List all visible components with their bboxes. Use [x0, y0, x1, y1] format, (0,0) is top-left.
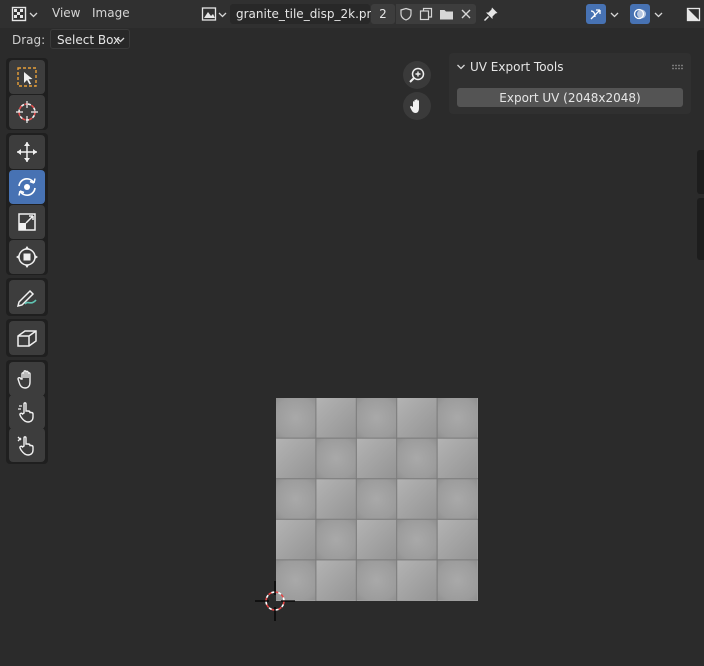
tool-relax[interactable] [9, 395, 45, 429]
texture-tile [397, 479, 437, 519]
close-icon [461, 9, 471, 19]
drag-select-value: Select Box [57, 33, 121, 47]
export-uv-label: Export UV (2048x2048) [499, 90, 641, 105]
uv-export-panel: UV Export Tools Export UV (2048x2048) [449, 53, 691, 114]
texture-tile [316, 560, 356, 600]
chevron-down-icon[interactable] [456, 62, 466, 72]
select-box-icon [17, 67, 37, 87]
texture-tile [437, 398, 477, 438]
sidebar-tab-1[interactable] [697, 150, 704, 194]
overlays-toggle[interactable] [630, 4, 650, 24]
texture-tile [276, 438, 316, 479]
chevron-down-icon [610, 12, 618, 17]
texture-tile [356, 438, 397, 479]
texture-tile [276, 398, 316, 438]
image-name-text: granite_tile_disp_2k.png [236, 7, 382, 21]
tool-transform[interactable] [9, 240, 45, 274]
texture-tile [397, 398, 437, 438]
texture-tile [316, 479, 356, 519]
pinch-icon [17, 436, 34, 456]
tool-settings-bar: Drag: Select Box [0, 28, 704, 52]
users-count[interactable]: 2 [371, 4, 395, 24]
grab-icon [17, 370, 31, 389]
shield-icon [400, 7, 412, 21]
tool-annotate[interactable] [9, 280, 45, 314]
gizmo-toggle[interactable] [586, 4, 606, 24]
editor-header: View Image granite_tile_disp_2k.png 2 [0, 0, 704, 28]
rotate-icon [18, 178, 36, 196]
scale-icon [18, 213, 36, 231]
pin-icon [483, 7, 498, 22]
overlays-dropdown[interactable] [650, 4, 666, 24]
gizmo-icon [590, 9, 601, 20]
drag-label: Drag: [12, 33, 46, 47]
browse-image-button[interactable] [199, 4, 229, 24]
cursor-icon [16, 101, 38, 123]
zoom-button[interactable] [403, 61, 431, 89]
2d-cursor-icon[interactable] [255, 581, 295, 621]
drag-handle-icon[interactable] [671, 64, 685, 70]
texture-tile [437, 438, 477, 479]
texture-tile [356, 479, 397, 519]
relax-icon [18, 402, 34, 423]
texture-tile [397, 519, 437, 560]
pan-button[interactable] [403, 92, 431, 120]
texture-tile [316, 519, 356, 560]
menu-image[interactable]: Image [92, 6, 130, 20]
move-icon [17, 142, 37, 162]
texture-tile [437, 519, 477, 560]
texture-tile [356, 398, 397, 438]
chevron-down-icon [654, 12, 662, 17]
export-uv-button[interactable]: Export UV (2048x2048) [457, 88, 683, 107]
texture-tile [437, 560, 477, 600]
folder-icon [439, 10, 453, 20]
open-image-button[interactable] [436, 4, 456, 24]
editor-type-button[interactable] [8, 4, 40, 24]
duplicate-image-button[interactable] [416, 4, 436, 24]
unlink-image-button[interactable] [456, 4, 476, 24]
zoom-in-icon [409, 67, 425, 83]
texture-tile [397, 438, 437, 479]
texture-tile [276, 479, 316, 519]
display-channels-icon [686, 7, 700, 21]
annotate-icon [16, 289, 37, 308]
texture-tile [356, 519, 397, 560]
gizmo-dropdown[interactable] [606, 4, 622, 24]
display-channels-button[interactable] [682, 4, 704, 24]
tool-grab[interactable] [9, 362, 45, 396]
tool-move[interactable] [9, 135, 45, 169]
tool-scale[interactable] [9, 205, 45, 239]
texture-tile [356, 560, 397, 600]
menu-view[interactable]: View [52, 6, 80, 20]
texture-tile [437, 479, 477, 519]
hand-icon [410, 99, 419, 113]
texture-tile [397, 560, 437, 600]
fake-user-button[interactable] [396, 4, 416, 24]
rip-icon [17, 330, 37, 347]
transform-icon [16, 246, 38, 268]
image-name-field[interactable]: granite_tile_disp_2k.png [230, 4, 382, 24]
overlays-icon [633, 8, 646, 20]
chevron-down-icon [218, 12, 227, 17]
users-count-text: 2 [379, 7, 387, 21]
texture-tile [316, 438, 356, 479]
texture-tile [276, 519, 316, 560]
duplicate-icon [419, 7, 433, 21]
sidebar-tab-2[interactable] [697, 198, 704, 260]
tool-rip-region[interactable] [9, 321, 45, 355]
image-editor-icon [11, 6, 26, 22]
chevron-down-icon [29, 12, 37, 17]
image-canvas[interactable] [276, 398, 478, 601]
image-browse-icon [201, 7, 217, 21]
granite-tile-texture [276, 398, 478, 601]
texture-tile [316, 398, 356, 438]
tool-cursor[interactable] [9, 95, 45, 129]
tool-rotate[interactable] [9, 170, 45, 204]
tool-select-box[interactable] [9, 60, 45, 94]
pin-button[interactable] [480, 4, 502, 24]
drag-select[interactable]: Select Box [50, 29, 130, 49]
chevron-down-icon [116, 37, 125, 43]
tool-pinch[interactable] [9, 428, 45, 462]
panel-title[interactable]: UV Export Tools [470, 60, 563, 74]
